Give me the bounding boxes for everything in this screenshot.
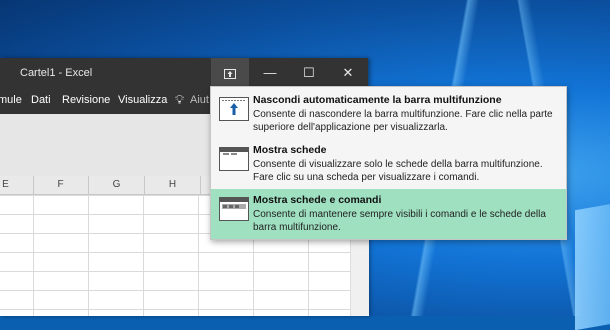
lightbulb-icon: 💡︎ xyxy=(175,92,185,107)
option-auto-hide-ribbon[interactable]: Nascondi automaticamente la barra multif… xyxy=(211,89,566,139)
option-show-tabs[interactable]: Mostra schede Consente di visualizzare s… xyxy=(211,139,566,189)
close-button[interactable]: ✕ xyxy=(329,58,367,88)
option-title: Mostra schede e comandi xyxy=(253,194,382,206)
windows-logo xyxy=(575,199,610,330)
tab-dati[interactable]: Dati xyxy=(31,94,51,106)
auto-hide-ribbon-icon xyxy=(219,97,249,121)
column-header-f[interactable]: F xyxy=(33,176,89,194)
tab-formule[interactable]: mule xyxy=(0,94,22,106)
column-header-h[interactable]: H xyxy=(145,176,201,194)
tell-me-search[interactable]: Aiut xyxy=(190,94,209,106)
show-tabs-and-commands-icon xyxy=(219,197,249,221)
column-header-e[interactable]: E xyxy=(0,176,34,194)
ribbon-display-options-menu: Nascondi automaticamente la barra multif… xyxy=(210,86,567,240)
option-description: Consente di nascondere la barra multifun… xyxy=(253,109,553,133)
option-title: Mostra schede xyxy=(253,144,327,156)
option-description: Consente di mantenere sempre visibili i … xyxy=(253,209,546,233)
ribbon-display-options-icon xyxy=(224,68,236,79)
column-header-g[interactable]: G xyxy=(89,176,145,194)
option-title: Nascondi automaticamente la barra multif… xyxy=(253,94,502,106)
window-title: Cartel1 - Excel xyxy=(20,67,93,79)
tab-visualizza[interactable]: Visualizza xyxy=(118,94,167,106)
option-show-tabs-and-commands[interactable]: Mostra schede e comandi Consente di mant… xyxy=(211,189,566,239)
show-tabs-icon xyxy=(219,147,249,171)
ribbon-display-options-button[interactable] xyxy=(211,58,249,88)
title-bar: Cartel1 - Excel — ☐ ✕ xyxy=(0,58,368,88)
tab-revisione[interactable]: Revisione xyxy=(62,94,110,106)
minimize-button[interactable]: — xyxy=(251,58,289,88)
option-description: Consente di visualizzare solo le schede … xyxy=(253,159,543,183)
maximize-button[interactable]: ☐ xyxy=(290,58,328,88)
